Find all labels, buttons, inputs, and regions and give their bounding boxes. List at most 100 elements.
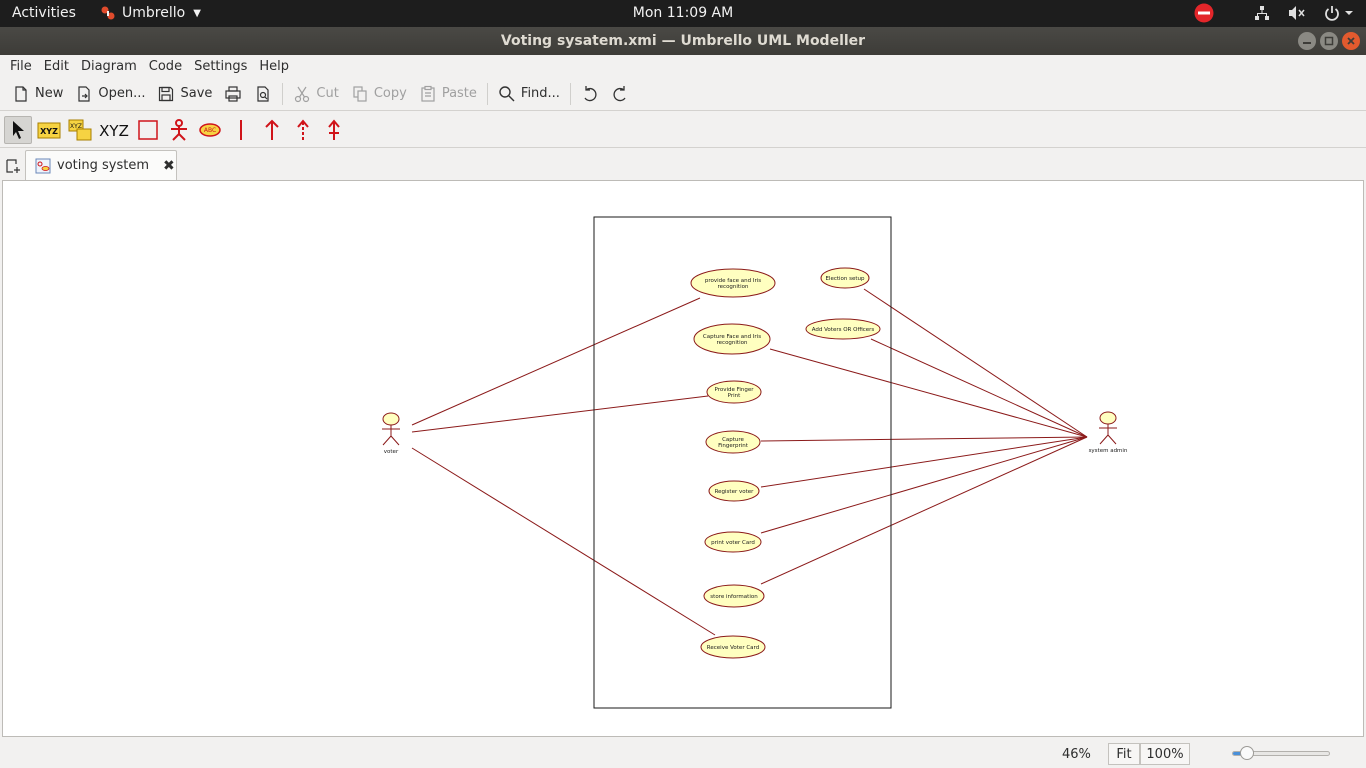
use-case-label: Register voter	[715, 489, 755, 495]
actor-tool-button[interactable]	[165, 116, 193, 144]
generalization-arrow-icon	[265, 119, 279, 140]
redo-icon	[613, 85, 626, 101]
zoom-fit-button[interactable]: Fit	[1108, 743, 1140, 765]
diagram-tab-bar: voting system ✖	[0, 148, 1366, 180]
zoom-slider[interactable]	[1232, 746, 1330, 760]
use-case-uc8[interactable]: Receive Voter Card	[700, 635, 766, 659]
use-case-diagram-icon	[35, 158, 51, 173]
association-line-voter-uc3[interactable]	[411, 395, 709, 433]
paste-button[interactable]: Paste	[413, 80, 483, 108]
use-case-uc3[interactable]: Provide FingerPrint	[706, 380, 762, 404]
use-case-uc1[interactable]: provide face and Irisrecognition	[690, 268, 776, 298]
menu-diagram[interactable]: Diagram	[75, 59, 143, 74]
window-title-bar[interactable]: Voting sysatem.xmi — Umbrello UML Modell…	[0, 27, 1366, 55]
zoom-slider-handle[interactable]	[1239, 746, 1254, 760]
use-case-uc9[interactable]: Election setup	[820, 267, 870, 289]
new-diagram-tab-icon[interactable]	[5, 158, 21, 174]
copy-button[interactable]: Copy	[345, 80, 413, 108]
save-button[interactable]: Save	[151, 80, 218, 108]
svg-text:ABC: ABC	[204, 127, 216, 134]
menu-file[interactable]: File	[4, 59, 38, 74]
actor-body	[382, 425, 400, 446]
svg-text:XYZ: XYZ	[70, 123, 82, 130]
diagram-canvas[interactable]: provide face and Iris recognition Capture …	[2, 180, 1364, 737]
association-line-admin-uc9[interactable]	[863, 288, 1088, 438]
use-case-uc2[interactable]: Capture Face and Irisrecognition	[693, 323, 771, 355]
find-button[interactable]: Find...	[492, 80, 566, 108]
window-title: Voting sysatem.xmi — Umbrello UML Modell…	[500, 33, 866, 49]
package-tool-button[interactable]: XYZ	[66, 116, 94, 144]
generalization-tool-button[interactable]	[258, 116, 286, 144]
use-case-uc4[interactable]: CaptureFingerprint	[705, 430, 761, 454]
toolbar-separator	[486, 82, 488, 105]
actor-voter[interactable]: voter	[382, 412, 400, 455]
chevron-down-icon: ▼	[193, 7, 201, 19]
text-label-icon: XYZ	[99, 122, 129, 140]
svg-text:XYZ: XYZ	[40, 127, 58, 136]
minimize-button[interactable]	[1298, 32, 1316, 50]
dependency-tool-button[interactable]	[289, 116, 317, 144]
use-case-uc6[interactable]: print voter Card	[704, 531, 762, 553]
undo-icon	[584, 85, 597, 101]
menu-settings[interactable]: Settings	[188, 59, 253, 74]
package-icon: XYZ	[68, 119, 92, 140]
menu-edit[interactable]: Edit	[38, 59, 75, 74]
network-icon[interactable]	[1254, 5, 1270, 21]
use-case-tool-button[interactable]: ABC	[196, 116, 224, 144]
association-line-admin-uc2[interactable]	[769, 348, 1088, 438]
association-line-voter-uc1[interactable]	[411, 297, 701, 426]
do-not-disturb-icon[interactable]	[1194, 3, 1214, 23]
search-icon	[499, 85, 515, 101]
maximize-button[interactable]	[1320, 32, 1338, 50]
actor-admin[interactable]: system admin	[1089, 411, 1128, 454]
activities-button[interactable]: Activities	[12, 5, 76, 21]
use-case-label: Election setup	[825, 276, 865, 282]
zoom-100-button[interactable]: 100%	[1140, 743, 1190, 765]
menu-code[interactable]: Code	[143, 59, 188, 74]
power-icon[interactable]	[1324, 5, 1354, 21]
association-tool-button[interactable]	[227, 116, 255, 144]
text-tool-button[interactable]: XYZ	[97, 116, 131, 144]
toolbar-separator	[282, 82, 284, 105]
use-case-uc7[interactable]: store information	[703, 584, 765, 608]
use-case-uc5[interactable]: Register voter	[708, 480, 760, 502]
volume-muted-icon[interactable]	[1288, 5, 1306, 21]
new-button[interactable]: New	[6, 80, 69, 108]
app-menu-button[interactable]: Umbrello ▼	[100, 5, 201, 21]
print-preview-button[interactable]	[248, 80, 278, 108]
association-line-admin-uc10[interactable]	[870, 338, 1088, 438]
boundary-tool-button[interactable]	[134, 116, 162, 144]
close-tab-icon[interactable]: ✖	[163, 158, 175, 174]
select-tool-button[interactable]	[4, 115, 32, 144]
association-line-voter-uc8[interactable]	[411, 447, 716, 636]
redo-button[interactable]	[605, 80, 635, 108]
use-case-label: Receive Voter Card	[707, 645, 759, 651]
association-line-icon	[240, 119, 242, 140]
clock[interactable]: Mon 11:09 AM	[633, 5, 733, 21]
scissors-icon	[295, 86, 310, 102]
association-line-admin-uc4[interactable]	[760, 436, 1088, 442]
new-document-icon	[15, 85, 27, 102]
use-case-label: store information	[710, 594, 758, 600]
association-line-admin-uc7[interactable]	[760, 436, 1088, 585]
note-tool-button[interactable]: XYZ	[35, 116, 63, 144]
umbrello-logo-icon	[101, 6, 115, 20]
menu-bar: File Edit Diagram Code Settings Help	[0, 55, 1366, 77]
undo-button[interactable]	[575, 80, 605, 108]
close-window-button[interactable]	[1342, 32, 1360, 50]
use-case-icon: ABC	[199, 122, 221, 137]
cut-button[interactable]: Cut	[287, 80, 344, 108]
use-case-uc10[interactable]: Add Voters OR Officers	[805, 318, 881, 340]
print-button[interactable]	[218, 80, 248, 108]
association-line-admin-uc6[interactable]	[760, 436, 1088, 534]
association-line-admin-uc5[interactable]	[760, 436, 1088, 488]
chevron-down-icon	[1345, 11, 1353, 15]
directional-association-tool-button[interactable]	[320, 116, 348, 144]
open-button[interactable]: Open...	[69, 80, 151, 108]
directed-arrow-icon	[328, 118, 340, 140]
svg-text:XYZ: XYZ	[99, 122, 129, 140]
tab-voting-system[interactable]: voting system ✖	[25, 150, 177, 180]
use-case-label: recognition	[717, 340, 748, 346]
menu-help[interactable]: Help	[253, 59, 295, 74]
use-case-diagram[interactable]: provide face and Irisrecognition Capture …	[3, 181, 1364, 737]
